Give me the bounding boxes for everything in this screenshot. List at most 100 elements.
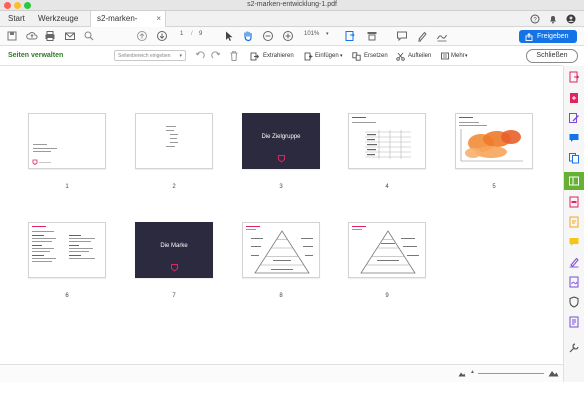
- edit-pdf-icon[interactable]: [568, 112, 580, 124]
- page-number-label: 9: [385, 293, 389, 299]
- next-page-icon[interactable]: [156, 30, 168, 42]
- page-thumbnail[interactable]: [242, 222, 320, 278]
- close-organize-button[interactable]: Schließen: [526, 49, 578, 63]
- tab-start[interactable]: Start: [8, 11, 25, 27]
- window-title: s2-marken-entwicklung-1.pdf: [247, 1, 337, 8]
- hand-tool-icon[interactable]: [242, 30, 254, 42]
- window-titlebar: s2-marken-entwicklung-1.pdf: [0, 0, 584, 11]
- print-icon[interactable]: [44, 30, 56, 42]
- text-line: [459, 122, 479, 123]
- combine-files-icon[interactable]: [568, 152, 580, 164]
- tab-bar: Start Werkzeuge s2-marken-entwic... × ?: [0, 11, 584, 39]
- page-thumbnail[interactable]: [28, 113, 106, 169]
- page-thumbnail[interactable]: [455, 113, 533, 169]
- page-number-label: 1: [65, 184, 69, 190]
- tab-document[interactable]: s2-marken-entwic... ×: [90, 11, 166, 39]
- split-scissors-icon: [396, 52, 405, 61]
- comment-icon[interactable]: [396, 30, 408, 42]
- previous-page-icon[interactable]: [136, 30, 148, 42]
- page-thumbnail[interactable]: [28, 222, 106, 278]
- help-icon[interactable]: ?: [530, 14, 540, 24]
- sticky-note-icon[interactable]: [568, 236, 580, 248]
- page-number-label: 4: [385, 184, 389, 190]
- email-icon[interactable]: [64, 30, 76, 42]
- save-icon[interactable]: [6, 30, 18, 42]
- slide-title: Die Zielgruppe: [261, 134, 301, 140]
- size-slider-handle[interactable]: ▲: [470, 369, 475, 375]
- text-line: [32, 255, 44, 256]
- page-range-input[interactable]: Seitenbereich eingeben ▾: [114, 50, 186, 61]
- fit-page-icon[interactable]: [344, 30, 356, 42]
- page-number-label: 8: [279, 293, 283, 299]
- page-current-field[interactable]: 1: [180, 31, 183, 37]
- tab-tools[interactable]: Werkzeuge: [38, 11, 78, 27]
- delete-trash-icon[interactable]: [228, 50, 240, 62]
- replace-label: Ersetzen: [364, 53, 388, 59]
- text-line: [32, 241, 52, 242]
- large-thumbnail-icon[interactable]: [548, 368, 559, 377]
- protect-icon[interactable]: [568, 216, 580, 228]
- text-line: [170, 134, 178, 135]
- text-line: [352, 117, 366, 118]
- text-line: [166, 146, 175, 147]
- page-thumbnail[interactable]: [348, 113, 426, 169]
- page-thumbnail[interactable]: Die Zielgruppe: [242, 113, 320, 169]
- share-button[interactable]: Freigeben: [519, 30, 577, 43]
- text-line: [33, 148, 57, 149]
- page-thumbnail[interactable]: [135, 113, 213, 169]
- page-thumbnail[interactable]: [348, 222, 426, 278]
- cloud-upload-icon[interactable]: [26, 30, 38, 42]
- zoom-out-icon[interactable]: [262, 30, 274, 42]
- text-line: [69, 255, 81, 256]
- rotate-left-icon[interactable]: [194, 50, 206, 62]
- zoom-in-icon[interactable]: [282, 30, 294, 42]
- page-thumbnail[interactable]: Die Marke: [135, 222, 213, 278]
- text-line: [32, 258, 56, 259]
- page-number-label: 6: [65, 293, 69, 299]
- organize-pages-tool[interactable]: [564, 172, 584, 190]
- user-avatar-icon[interactable]: [566, 14, 576, 24]
- search-icon[interactable]: [83, 30, 95, 42]
- comment-tool-icon[interactable]: [568, 132, 580, 144]
- extract-button[interactable]: Extrahieren: [250, 50, 298, 62]
- more-menu-icon: [441, 52, 449, 60]
- brand-logo-icon: [171, 264, 178, 272]
- send-for-signature-icon[interactable]: [568, 276, 580, 288]
- text-line: [39, 162, 51, 163]
- text-line: [69, 245, 79, 246]
- insert-button[interactable]: Einfügen ▾: [304, 50, 346, 62]
- more-tools-wrench-icon[interactable]: [568, 342, 580, 354]
- create-pdf-icon[interactable]: [568, 92, 580, 104]
- text-line: [32, 226, 46, 227]
- fill-sign-icon[interactable]: [568, 256, 580, 268]
- more-button[interactable]: Mehr ▾: [441, 50, 471, 62]
- extract-label: Extrahieren: [263, 53, 294, 59]
- sign-icon[interactable]: [436, 30, 448, 42]
- page-range-chevron-icon[interactable]: ▾: [179, 51, 182, 61]
- zoom-dropdown-chevron-icon[interactable]: ▾: [326, 31, 329, 37]
- scroll-mode-icon[interactable]: [366, 30, 378, 42]
- text-line: [69, 235, 81, 236]
- protect-shield-icon[interactable]: [568, 296, 580, 308]
- page-separator: /: [191, 31, 193, 37]
- text-line: [69, 238, 95, 239]
- select-cursor-icon[interactable]: [223, 30, 235, 42]
- text-line: [170, 142, 178, 143]
- right-tools-sidebar: [563, 66, 584, 382]
- rotate-right-icon[interactable]: [210, 50, 222, 62]
- small-thumbnail-icon[interactable]: [458, 370, 466, 377]
- text-line: [32, 251, 50, 252]
- split-button[interactable]: Aufteilen: [396, 50, 438, 62]
- redact-icon[interactable]: [568, 196, 580, 208]
- replace-button[interactable]: Ersetzen: [352, 50, 392, 62]
- zoom-level-select[interactable]: 101%: [304, 31, 319, 37]
- thumbnail-size-slider[interactable]: [478, 373, 544, 374]
- highlight-pen-icon[interactable]: [416, 30, 428, 42]
- tab-close-icon[interactable]: ×: [156, 11, 161, 27]
- export-pdf-icon[interactable]: [568, 71, 580, 83]
- replace-icon: [352, 52, 361, 61]
- page-number-label: 2: [172, 184, 176, 190]
- notifications-bell-icon[interactable]: [548, 14, 558, 24]
- split-label: Aufteilen: [408, 53, 432, 59]
- prepare-form-icon[interactable]: [568, 316, 580, 328]
